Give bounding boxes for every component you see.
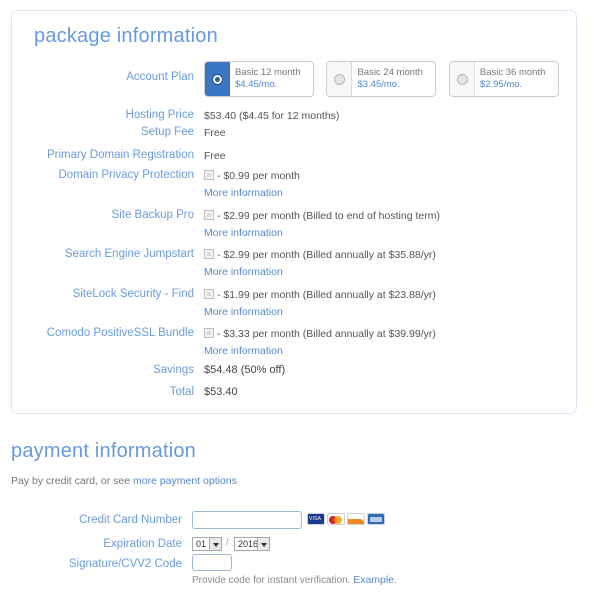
plan-radio-cell bbox=[327, 62, 353, 96]
plan-price: $2.95/mo. bbox=[479, 79, 523, 90]
comodo-positivessl-price: - $3.33 per month (Billed annually at $3… bbox=[217, 328, 436, 340]
amex-card-icon bbox=[367, 513, 385, 525]
total-value: $53.40 bbox=[204, 386, 238, 398]
plan-name: Basic 24 month bbox=[357, 67, 423, 78]
comodo-positivessl-value: - $3.33 per month (Billed annually at $3… bbox=[204, 328, 436, 340]
plan-name: Basic 36 month bbox=[479, 67, 546, 78]
setup-fee-value: Free bbox=[204, 127, 226, 139]
plan-name: Basic 12 month bbox=[235, 67, 301, 78]
expiration-separator: / bbox=[226, 537, 229, 548]
expiration-year-select[interactable]: 2016 bbox=[234, 537, 270, 551]
plan-radio-12-month[interactable] bbox=[212, 74, 223, 85]
search-engine-jumpstart-more-info-link[interactable]: More information bbox=[204, 266, 283, 278]
mastercard-card-icon bbox=[327, 513, 345, 525]
savings-value: $54.48 (50% off) bbox=[204, 364, 286, 376]
expiration-year-value: 2016 bbox=[238, 539, 259, 549]
plan-option-36-month[interactable]: Basic 36 month $2.95/mo. bbox=[448, 61, 559, 97]
expiration-month-value: 01 bbox=[196, 539, 207, 549]
expiration-month-select[interactable]: 01 bbox=[192, 537, 222, 551]
search-engine-jumpstart-price: - $2.99 per month (Billed annually at $3… bbox=[217, 249, 436, 261]
savings-label: Savings bbox=[153, 364, 194, 376]
hosting-price-label: Hosting Price bbox=[125, 109, 194, 121]
domain-privacy-protection-value: - $0.99 per month bbox=[204, 170, 300, 182]
account-plan-label: Account Plan bbox=[126, 71, 194, 83]
payment-information-title: payment information bbox=[11, 440, 197, 462]
cvv-example-link[interactable]: Example. bbox=[353, 574, 397, 586]
sitelock-security-value: - $1.99 per month (Billed annually at $2… bbox=[204, 289, 436, 301]
plan-radio-24-month[interactable] bbox=[334, 74, 346, 85]
site-backup-pro-checkbox[interactable] bbox=[204, 210, 214, 220]
credit-card-number-label: Credit Card Number bbox=[79, 514, 182, 526]
search-engine-jumpstart-value: - $2.99 per month (Billed annually at $3… bbox=[204, 249, 436, 261]
credit-card-number-input[interactable] bbox=[192, 511, 302, 529]
sitelock-security-more-info-link[interactable]: More information bbox=[204, 306, 283, 318]
search-engine-jumpstart-label: Search Engine Jumpstart bbox=[64, 248, 194, 260]
primary-domain-registration-label: Primary Domain Registration bbox=[47, 149, 194, 161]
domain-privacy-protection-more-info-link[interactable]: More information bbox=[204, 187, 283, 199]
comodo-positivessl-more-info-link[interactable]: More information bbox=[204, 345, 283, 357]
payment-subtitle: Pay by credit card, or see more payment … bbox=[11, 475, 237, 487]
more-payment-options-link[interactable]: more payment options bbox=[133, 475, 237, 487]
site-backup-pro-label: Site Backup Pro bbox=[111, 209, 194, 221]
chevron-down-icon bbox=[257, 538, 269, 550]
plan-radio-cell bbox=[205, 62, 230, 96]
package-information-title: package information bbox=[34, 25, 218, 47]
plan-radio-cell bbox=[449, 62, 475, 96]
site-backup-pro-price: - $2.99 per month (Billed to end of host… bbox=[217, 210, 440, 222]
cvv-hint-text: Provide code for instant verification. bbox=[192, 575, 354, 586]
plan-option-24-month[interactable]: Basic 24 month $3.45/mo. bbox=[326, 61, 437, 97]
site-backup-pro-value: - $2.99 per month (Billed to end of host… bbox=[204, 210, 440, 222]
checkout-page: package information Account Plan Basic 1… bbox=[0, 0, 594, 604]
search-engine-jumpstart-checkbox[interactable] bbox=[204, 249, 214, 259]
cvv-label: Signature/CVV2 Code bbox=[68, 558, 182, 570]
plan-price: $4.45/mo. bbox=[235, 79, 278, 90]
expiration-date-label: Expiration Date bbox=[103, 538, 182, 550]
comodo-positivessl-label: Comodo PositiveSSL Bundle bbox=[46, 327, 194, 339]
sitelock-security-checkbox[interactable] bbox=[204, 289, 214, 299]
sitelock-security-price: - $1.99 per month (Billed annually at $2… bbox=[217, 289, 436, 301]
plan-text: Basic 36 month $2.95/mo. bbox=[480, 67, 545, 91]
plan-text: Basic 12 month $4.45/mo. bbox=[235, 67, 300, 91]
cvv-hint: Provide code for instant verification. E… bbox=[192, 574, 397, 586]
plan-radio-36-month[interactable] bbox=[456, 74, 468, 85]
package-information-card: package information Account Plan Basic 1… bbox=[11, 10, 577, 414]
domain-privacy-protection-label: Domain Privacy Protection bbox=[58, 169, 195, 181]
accepted-cards bbox=[307, 513, 387, 531]
plan-option-12-month[interactable]: Basic 12 month $4.45/mo. bbox=[204, 61, 314, 97]
payment-subtitle-text: Pay by credit card, or see bbox=[11, 475, 133, 487]
discover-card-icon bbox=[347, 513, 365, 525]
domain-privacy-protection-price: - $0.99 per month bbox=[217, 170, 300, 182]
site-backup-pro-more-info-link[interactable]: More information bbox=[204, 227, 283, 239]
domain-privacy-protection-checkbox[interactable] bbox=[204, 170, 214, 180]
plan-text: Basic 24 month $3.45/mo. bbox=[357, 67, 422, 91]
primary-domain-registration-value: Free bbox=[204, 150, 226, 162]
sitelock-security-label: SiteLock Security - Find bbox=[72, 288, 194, 300]
visa-card-icon bbox=[307, 513, 325, 525]
setup-fee-label: Setup Fee bbox=[140, 126, 194, 138]
account-plan-options: Basic 12 month $4.45/mo. Basic 24 month … bbox=[204, 61, 567, 97]
chevron-down-icon bbox=[209, 538, 221, 550]
total-label: Total bbox=[169, 386, 194, 398]
comodo-positivessl-checkbox[interactable] bbox=[204, 328, 214, 338]
cvv-input[interactable] bbox=[192, 554, 232, 571]
plan-price: $3.45/mo. bbox=[357, 79, 400, 90]
hosting-price-value: $53.40 ($4.45 for 12 months) bbox=[204, 110, 340, 122]
